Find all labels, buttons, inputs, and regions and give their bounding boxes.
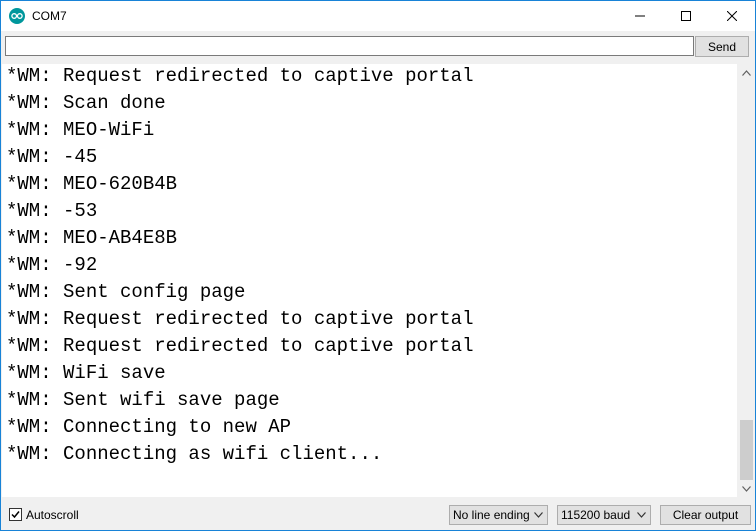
- scroll-thumb[interactable]: [740, 420, 753, 480]
- output-line: *WM: WiFi save: [6, 362, 166, 384]
- chevron-down-icon: [742, 485, 751, 492]
- vertical-scrollbar[interactable]: [738, 64, 755, 497]
- line-ending-value: No line ending: [453, 508, 530, 522]
- chevron-down-icon: [637, 512, 646, 518]
- clear-output-button[interactable]: Clear output: [660, 505, 751, 525]
- window-title: COM7: [32, 9, 67, 23]
- output-line: *WM: Sent config page: [6, 281, 246, 303]
- title-bar[interactable]: COM7: [1, 1, 755, 31]
- serial-output[interactable]: *WM: Request redirected to captive porta…: [2, 64, 737, 497]
- output-line: *WM: Connecting to new AP: [6, 416, 292, 438]
- output-line: *WM: -92: [6, 254, 98, 276]
- scroll-up-button[interactable]: [738, 64, 755, 81]
- output-line: *WM: Sent wifi save page: [6, 389, 280, 411]
- output-line: *WM: -53: [6, 200, 98, 222]
- serial-input[interactable]: [5, 36, 694, 56]
- maximize-button[interactable]: [663, 1, 709, 31]
- autoscroll-label[interactable]: Autoscroll: [26, 508, 79, 522]
- bottom-bar: Autoscroll No line ending 115200 baud Cl…: [1, 499, 755, 530]
- baud-rate-select[interactable]: 115200 baud: [557, 505, 651, 525]
- output-line: *WM: Request redirected to captive porta…: [6, 65, 474, 87]
- autoscroll-checkbox[interactable]: [9, 508, 22, 521]
- input-row: Send: [1, 31, 755, 61]
- close-button[interactable]: [709, 1, 755, 31]
- line-ending-select[interactable]: No line ending: [449, 505, 548, 525]
- output-line: *WM: MEO-AB4E8B: [6, 227, 178, 249]
- output-line: *WM: Scan done: [6, 92, 166, 114]
- chevron-down-icon: [534, 512, 543, 518]
- output-line: *WM: Connecting as wifi client...: [6, 443, 383, 465]
- output-line: *WM: MEO-WiFi: [6, 119, 155, 141]
- maximize-icon: [681, 11, 691, 21]
- serial-monitor-window: COM7 Send *WM: Request redirected to cap…: [0, 0, 756, 531]
- arduino-icon: [9, 8, 25, 24]
- send-button[interactable]: Send: [695, 36, 749, 57]
- minimize-icon: [635, 15, 645, 17]
- minimize-button[interactable]: [617, 1, 663, 31]
- scroll-down-button[interactable]: [738, 480, 755, 497]
- output-line: *WM: MEO-620B4B: [6, 173, 178, 195]
- chevron-up-icon: [742, 69, 751, 76]
- output-line: *WM: -45: [6, 146, 98, 168]
- output-line: *WM: Request redirected to captive porta…: [6, 308, 474, 330]
- checkmark-icon: [11, 511, 20, 519]
- close-icon: [727, 11, 737, 21]
- baud-rate-value: 115200 baud: [561, 508, 631, 522]
- output-line: *WM: Request redirected to captive porta…: [6, 335, 474, 357]
